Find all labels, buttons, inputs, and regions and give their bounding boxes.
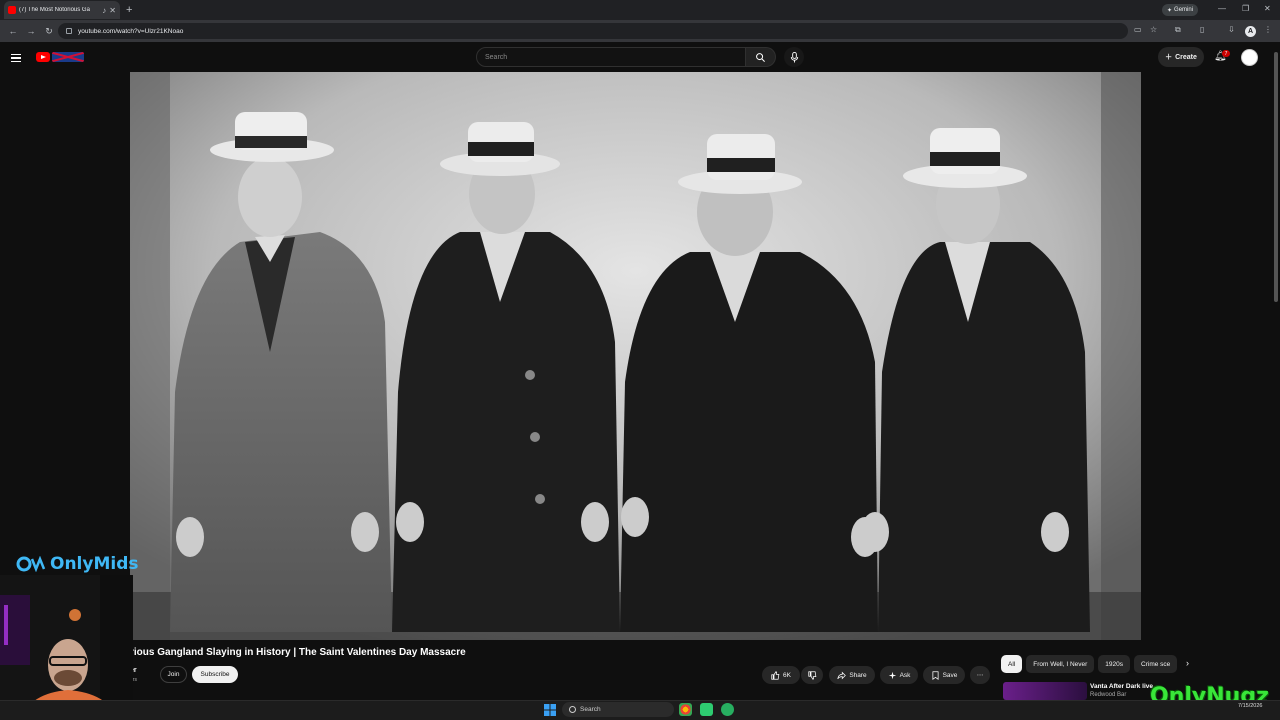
- sidebar-icon[interactable]: ▯: [1200, 25, 1204, 34]
- site-info-icon[interactable]: [66, 28, 72, 34]
- webcam-feed-image: [0, 575, 133, 720]
- save-label: Save: [942, 671, 958, 679]
- notification-count-badge: 7: [1222, 50, 1230, 57]
- plus-icon: ＋: [1165, 54, 1173, 61]
- video-player[interactable]: [130, 72, 1141, 640]
- taskbar-date: 7/15/2026: [1238, 703, 1263, 709]
- maximize-icon[interactable]: ❐: [1242, 4, 1249, 13]
- voice-search-button[interactable]: [784, 47, 804, 67]
- webcam-overlay: [0, 575, 133, 720]
- address-bar-row: ← → ↻ youtube.com/watch?v=Ulzr21KNoao: [0, 20, 1280, 42]
- thumbs-up-icon: [771, 670, 780, 680]
- sparkle-icon: ✦: [1167, 7, 1173, 14]
- gemini-label: Gemini: [1174, 7, 1194, 13]
- onlymids-text: OnlyMids: [50, 554, 139, 574]
- more-actions-button[interactable]: ⋯: [970, 666, 990, 684]
- bookmark-star-icon[interactable]: ☆: [1150, 25, 1157, 34]
- url-field[interactable]: youtube.com/watch?v=Ulzr21KNoao: [58, 23, 1128, 39]
- browser-menu-icon[interactable]: ⋮: [1264, 25, 1272, 34]
- extensions-icon[interactable]: ⧉: [1175, 25, 1181, 35]
- create-label: Create: [1175, 53, 1197, 61]
- forward-icon[interactable]: →: [26, 26, 36, 36]
- app-taskbar-icon[interactable]: [700, 703, 713, 716]
- cast-icon[interactable]: ▭: [1134, 25, 1142, 34]
- youtube-logo-icon[interactable]: [36, 52, 50, 62]
- windows-start-icon[interactable]: [544, 704, 556, 716]
- dislike-button[interactable]: [801, 666, 823, 684]
- taskbar-search-box[interactable]: Search: [562, 702, 674, 717]
- scrollbar-thumb[interactable]: [1274, 52, 1278, 302]
- tab-title: (7) The Most Notorious Ga: [19, 7, 90, 13]
- reload-icon[interactable]: ↻: [44, 26, 54, 37]
- speaker-icon[interactable]: ♪: [102, 6, 106, 15]
- minimize-icon[interactable]: —: [1218, 4, 1226, 13]
- create-button[interactable]: ＋ Create: [1158, 47, 1204, 67]
- chip-1920s[interactable]: 1920s: [1098, 655, 1131, 673]
- recommended-video-subtitle: Redwood Bar: [1090, 692, 1127, 698]
- sparkle-icon: [888, 671, 896, 679]
- bookmark-icon: [932, 670, 939, 680]
- page-scrollbar[interactable]: [1272, 42, 1280, 700]
- chip-crime-scene[interactable]: Crime sce: [1134, 655, 1178, 673]
- youtube-header: Search ＋ Create 🔔︎: [0, 42, 1280, 72]
- user-avatar[interactable]: [1241, 49, 1258, 66]
- ask-label: Ask: [899, 671, 911, 679]
- url-text: youtube.com/watch?v=Ulzr21KNoao: [78, 27, 184, 35]
- subscribe-button[interactable]: Subscribe: [192, 666, 238, 683]
- search-icon: [756, 52, 765, 62]
- gemini-button[interactable]: ✦ Gemini: [1162, 4, 1199, 16]
- chip-from-well-i-never[interactable]: From Well, I Never: [1026, 655, 1095, 673]
- microphone-icon: [790, 51, 798, 63]
- spotify-taskbar-icon[interactable]: [721, 703, 734, 716]
- downloads-icon[interactable]: ⇩: [1228, 25, 1235, 34]
- join-button[interactable]: Join: [160, 666, 187, 683]
- like-button[interactable]: 6K: [762, 666, 800, 684]
- recommended-video-title[interactable]: Vanta After Dark live: [1090, 683, 1153, 690]
- share-label: Share: [849, 671, 867, 679]
- search-button[interactable]: [746, 47, 776, 67]
- browser-tab-bar: (7) The Most Notorious Ga ♪ ✕ +: [0, 0, 1280, 20]
- chip-all[interactable]: All: [1001, 655, 1023, 673]
- thumbs-down-icon: [807, 670, 816, 680]
- save-button[interactable]: Save: [923, 666, 965, 684]
- like-count: 6K: [783, 671, 791, 679]
- new-tab-icon[interactable]: +: [126, 4, 132, 16]
- onlymids-badge-icon: [16, 556, 46, 572]
- video-frame-gangster-photo: [130, 72, 1141, 640]
- browser-tab[interactable]: (7) The Most Notorious Ga ♪ ✕: [4, 1, 120, 19]
- browser-profile-avatar[interactable]: A: [1245, 26, 1256, 37]
- onlymids-overlay-logo: OnlyMids: [16, 554, 139, 574]
- chrome-taskbar-icon[interactable]: [679, 703, 692, 716]
- youtube-favicon-icon: [8, 6, 16, 14]
- recommendation-chips: All From Well, I Never 1920s Crime sce: [1001, 655, 1178, 673]
- more-horizontal-icon: ⋯: [976, 672, 984, 679]
- back-icon[interactable]: ←: [8, 26, 18, 36]
- video-title: rious Gangland Slaying in History | The …: [130, 647, 466, 658]
- search-input[interactable]: Search: [476, 47, 746, 67]
- close-window-icon[interactable]: ✕: [1264, 4, 1271, 13]
- ask-button[interactable]: Ask: [880, 666, 918, 684]
- share-button[interactable]: Share: [829, 666, 875, 684]
- flag-logo-icon[interactable]: [52, 52, 84, 62]
- recommended-video-thumbnail[interactable]: [1003, 682, 1087, 700]
- chevron-right-icon[interactable]: ›: [1186, 658, 1189, 668]
- close-tab-icon[interactable]: ✕: [109, 6, 116, 15]
- menu-icon[interactable]: [11, 54, 21, 62]
- share-icon: [837, 671, 847, 679]
